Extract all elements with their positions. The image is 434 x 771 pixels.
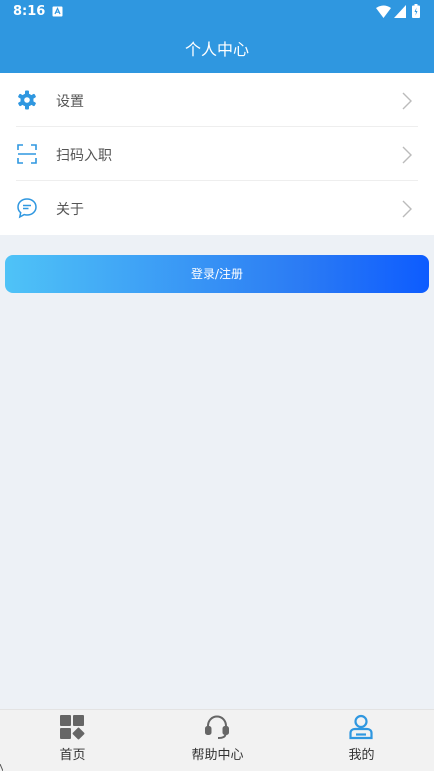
headset-icon: [205, 715, 229, 739]
gear-icon: [18, 90, 36, 110]
chevron-right-icon: [402, 146, 412, 164]
tab-label-help-center: 帮助中心: [191, 748, 244, 763]
status-bar: 8:16: [0, 0, 434, 24]
menu-label-scan: 扫码入职: [56, 148, 112, 164]
chevron-right-icon: [402, 92, 412, 110]
settings-menu: 设置 扫码入职 关于: [0, 73, 434, 235]
menu-item-scan[interactable]: 扫码入职: [0, 127, 434, 181]
status-time: 8:16: [13, 4, 46, 19]
menu-label-settings: 设置: [56, 94, 84, 110]
home-grid-icon: [60, 715, 85, 740]
menu-item-about[interactable]: 关于: [0, 181, 434, 235]
user-icon: [349, 714, 373, 740]
tab-label-home: 首页: [59, 748, 86, 763]
menu-label-about: 关于: [56, 202, 84, 218]
page-title: 个人中心: [184, 40, 249, 59]
menu-item-settings[interactable]: 设置: [0, 73, 434, 127]
header-bar: 8:16 个人中心: [0, 0, 434, 73]
bottom-tab-bar: 首页 帮助中心 我的: [0, 709, 434, 771]
signal-icon: [394, 5, 406, 18]
tab-home[interactable]: 首页: [0, 710, 145, 771]
battery-icon: [412, 4, 420, 18]
scan-icon: [17, 144, 37, 164]
tab-mine[interactable]: 我的: [289, 710, 434, 771]
chat-bubble-icon: [17, 198, 37, 219]
tab-help-center[interactable]: 帮助中心: [145, 710, 290, 771]
app-notification-icon: [52, 6, 63, 17]
wifi-icon: [376, 5, 391, 18]
corner-mark: [0, 764, 3, 771]
login-register-button[interactable]: 登录/注册: [5, 255, 429, 293]
tab-label-mine: 我的: [348, 748, 375, 763]
chevron-right-icon: [402, 200, 412, 218]
